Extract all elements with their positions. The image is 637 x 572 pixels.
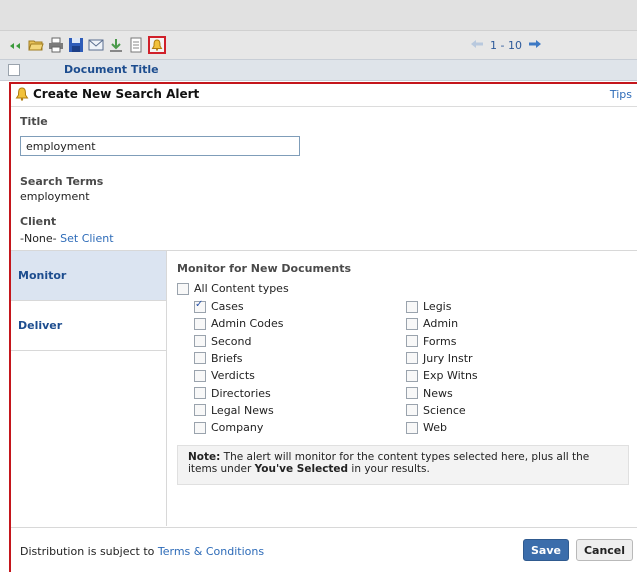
top-bar [0, 0, 637, 30]
panel-header: Create New Search Alert Tips [11, 84, 637, 107]
content-type-checkbox[interactable]: Forms [406, 335, 456, 348]
content-type-checkbox[interactable]: Jury Instr [406, 352, 473, 365]
checkbox-box[interactable] [406, 387, 418, 399]
note-text-end: in your results. [348, 463, 430, 475]
checkbox-label: Jury Instr [423, 351, 473, 365]
note-label: Note: [188, 451, 221, 463]
title-label: Title [20, 115, 48, 128]
content-type-checkbox[interactable]: Admin Codes [194, 317, 283, 330]
note-emphasis: You've Selected [254, 463, 349, 475]
checkbox-box[interactable] [406, 404, 418, 417]
back-forward-icon[interactable] [8, 37, 24, 53]
distribution-text: Distribution is subject to [20, 545, 158, 558]
terms-link[interactable]: Terms & Conditions [158, 545, 264, 558]
alert-bell-icon [15, 87, 29, 104]
prev-page-icon[interactable] [470, 39, 484, 52]
checkbox-box[interactable] [194, 421, 206, 434]
client-value: -None- [20, 232, 57, 245]
folder-open-icon[interactable] [28, 37, 44, 53]
save-icon[interactable] [68, 37, 84, 53]
sidebar: Monitor Deliver [11, 251, 167, 526]
client-row: -None- Set Client [20, 232, 114, 245]
content-type-checkbox[interactable]: Company [194, 421, 263, 434]
checkbox-label: Verdicts [211, 369, 255, 383]
print-icon[interactable] [48, 37, 64, 53]
checkbox-box[interactable] [406, 421, 418, 434]
footer-divider [11, 527, 637, 528]
panel-title: Create New Search Alert [33, 87, 200, 101]
checkbox-label: Legal News [211, 403, 274, 417]
checkbox-box[interactable] [194, 352, 206, 365]
footer-text: Distribution is subject to Terms & Condi… [20, 545, 264, 558]
checkbox-label: Legis [423, 300, 452, 313]
content-type-checkbox[interactable]: Directories [194, 387, 271, 400]
search-terms-label: Search Terms [20, 175, 104, 188]
client-label: Client [20, 215, 57, 228]
toolbar: 1 - 10 [0, 30, 637, 60]
checkbox-label: Forms [423, 334, 457, 348]
checkbox-label: Directories [211, 386, 271, 400]
download-icon[interactable] [108, 37, 124, 53]
checkbox-box[interactable] [194, 404, 206, 417]
content-type-checkbox[interactable]: Second [194, 335, 251, 348]
title-input[interactable] [20, 136, 300, 156]
sidebar-item-label: Deliver [18, 319, 63, 332]
checkbox-label: Briefs [211, 351, 243, 365]
results-column-header: Document Title [0, 59, 637, 81]
checkbox-box[interactable] [406, 317, 418, 330]
content-type-checkbox[interactable]: Admin [406, 317, 458, 330]
checkbox-box[interactable] [194, 369, 206, 382]
checkbox-label: News [423, 386, 453, 400]
tips-link[interactable]: Tips [610, 88, 632, 101]
document-icon[interactable] [128, 37, 144, 53]
content-type-checkbox[interactable]: Exp Witns [406, 369, 478, 382]
content-type-checkbox[interactable]: Legis [406, 300, 451, 313]
content-type-checkbox[interactable]: Science [406, 404, 466, 417]
content-type-checkbox[interactable]: Web [406, 421, 447, 434]
checkbox-box[interactable] [406, 352, 418, 365]
content-type-checkbox[interactable]: News [406, 387, 453, 400]
checkbox-label: Exp Witns [423, 369, 478, 383]
checkbox-box[interactable] [406, 369, 418, 382]
checkbox-label: Science [423, 403, 466, 417]
monitor-heading: Monitor for New Documents [177, 262, 352, 275]
select-all-checkbox[interactable] [8, 64, 20, 76]
checkbox-label: Web [423, 421, 447, 435]
checkbox-box[interactable] [406, 335, 418, 348]
alert-bell-icon[interactable] [148, 36, 166, 54]
sidebar-item-deliver[interactable]: Deliver [11, 301, 166, 351]
page-range: 1 - 10 [490, 39, 522, 52]
sidebar-item-monitor[interactable]: Monitor [11, 251, 166, 301]
next-page-icon[interactable] [528, 39, 542, 52]
pager: 1 - 10 [470, 39, 542, 52]
checkbox-box[interactable] [194, 299, 206, 313]
checkbox-label: Company [211, 421, 264, 435]
cancel-button[interactable]: Cancel [576, 539, 633, 561]
document-title-header[interactable]: Document Title [64, 63, 159, 76]
sidebar-item-label: Monitor [18, 269, 67, 282]
checkbox-box[interactable] [194, 335, 206, 348]
checkbox-label: Second [211, 334, 252, 348]
checkbox-label: Cases [211, 300, 244, 313]
checkbox-label: Admin [423, 317, 459, 331]
content-type-checkbox[interactable]: Briefs [194, 352, 243, 365]
checkbox-box[interactable] [406, 300, 418, 313]
content-type-checkbox[interactable]: Cases [194, 299, 244, 313]
set-client-link[interactable]: Set Client [60, 232, 113, 245]
all-content-types-checkbox[interactable]: All Content types [177, 282, 289, 295]
checkbox-box[interactable] [194, 387, 206, 399]
save-button[interactable]: Save [523, 539, 569, 561]
content-type-checkbox[interactable]: Legal News [194, 404, 274, 417]
checkbox-box[interactable] [177, 282, 189, 295]
email-icon[interactable] [88, 37, 104, 53]
search-alert-panel: Create New Search Alert Tips Title Searc… [9, 82, 637, 572]
checkbox-box[interactable] [194, 317, 206, 330]
note-box: Note: The alert will monitor for the con… [177, 445, 629, 485]
search-terms-value: employment [20, 190, 90, 203]
checkbox-label: All Content types [194, 282, 289, 295]
content-type-checkbox[interactable]: Verdicts [194, 369, 255, 382]
checkbox-label: Admin Codes [211, 317, 284, 331]
